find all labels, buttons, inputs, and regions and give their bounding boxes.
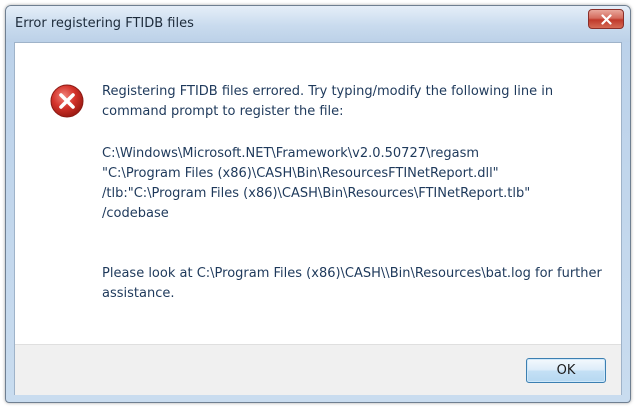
error-dialog-window: Error registering FTIDB files Registerin… xyxy=(5,5,631,403)
command-line: C:\Windows\Microsoft.NET\Framework\v2.0.… xyxy=(102,146,480,161)
message-intro: Registering FTIDB files errored. Try typ… xyxy=(102,84,554,119)
title-bar[interactable]: Error registering FTIDB files xyxy=(6,6,630,42)
dialog-footer: OK xyxy=(15,344,621,395)
window-title: Error registering FTIDB files xyxy=(15,16,194,31)
command-line: /tlb:"C:\Program Files (x86)\CASH\Bin\Re… xyxy=(102,186,531,201)
dialog-client-area: Registering FTIDB files errored. Try typ… xyxy=(14,42,622,395)
command-text: C:\Windows\Microsoft.NET\Framework\v2.0.… xyxy=(102,144,607,224)
close-icon xyxy=(601,14,612,25)
command-line: /codebase xyxy=(102,206,169,221)
error-icon xyxy=(50,84,84,118)
ok-button[interactable]: OK xyxy=(526,358,606,383)
close-button[interactable] xyxy=(588,9,624,29)
message-area: Registering FTIDB files errored. Try typ… xyxy=(15,43,621,344)
command-line: "C:\Program Files (x86)\CASH\Bin\Resourc… xyxy=(102,166,499,181)
error-message: Registering FTIDB files errored. Try typ… xyxy=(102,82,607,304)
message-log-hint: Please look at C:\Program Files (x86)\CA… xyxy=(102,266,602,301)
